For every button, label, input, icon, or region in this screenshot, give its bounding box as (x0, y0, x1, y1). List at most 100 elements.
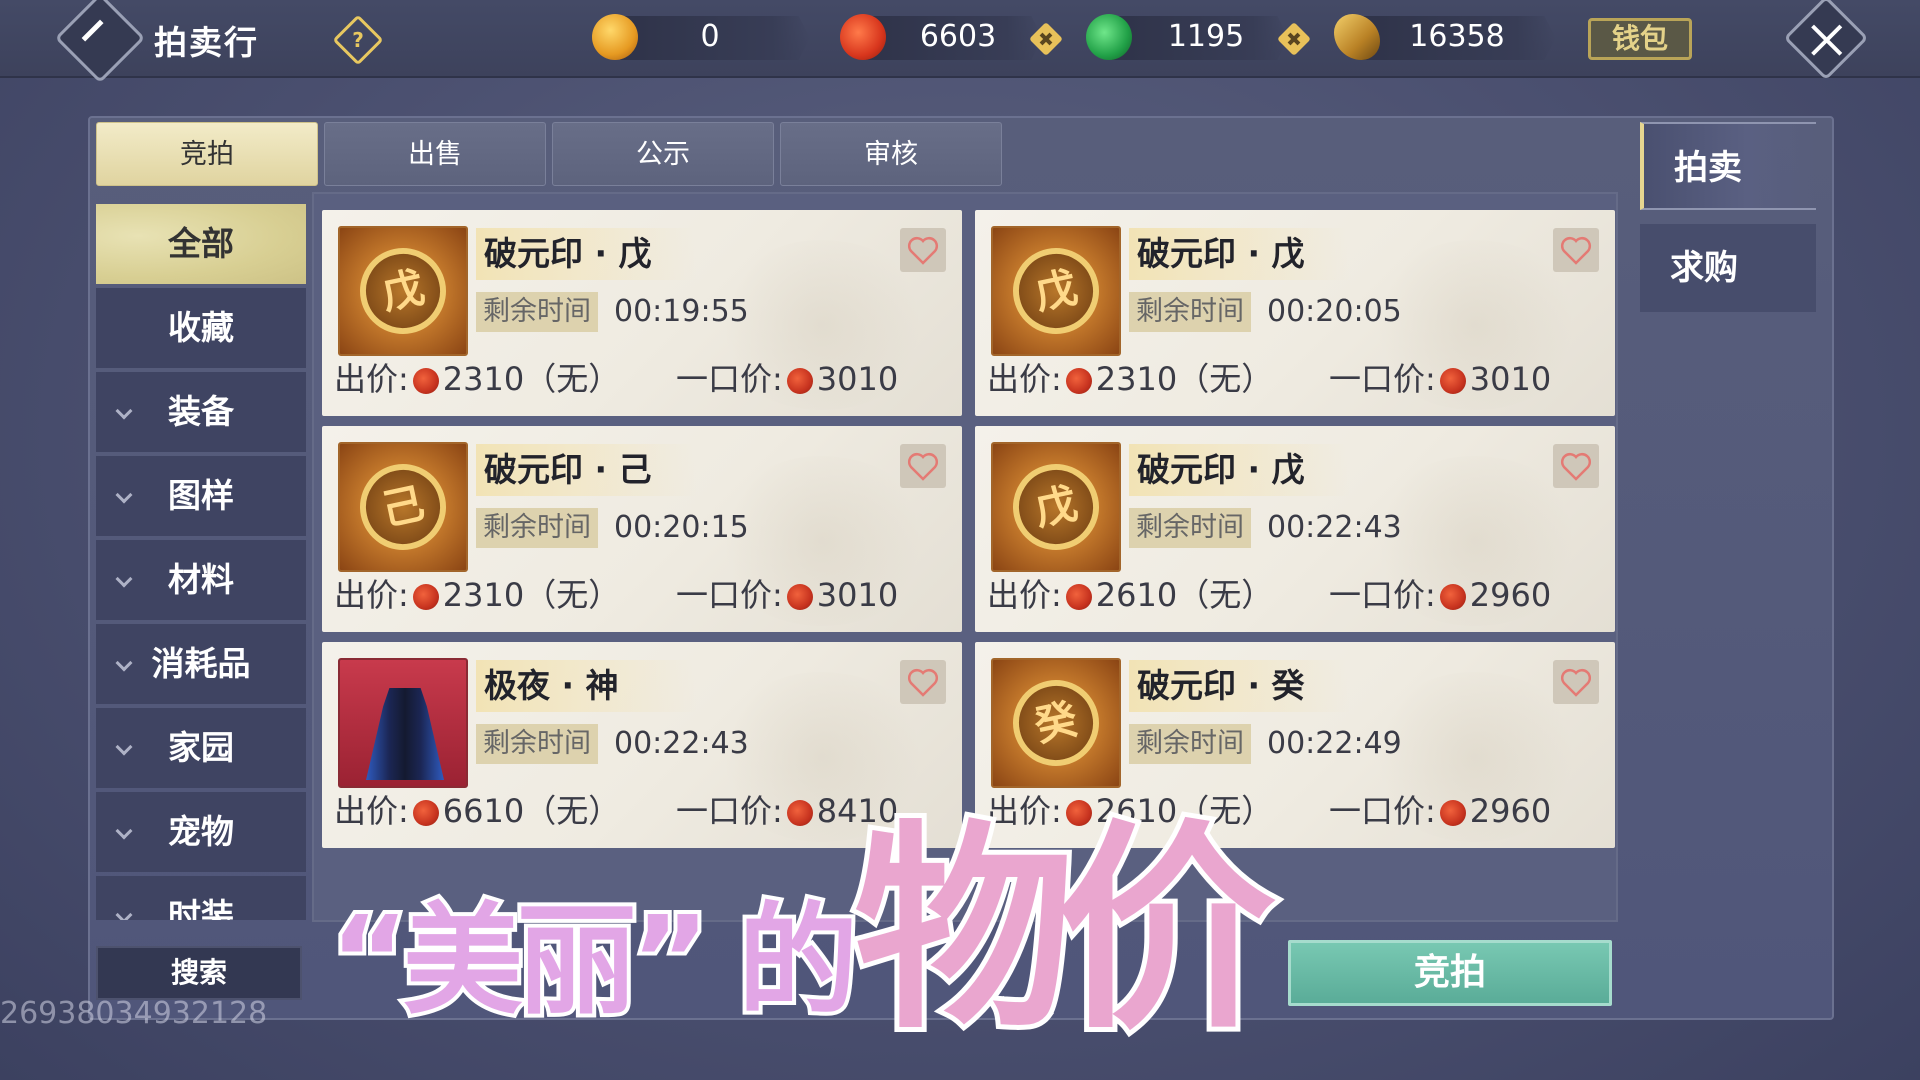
caption-overlay: “美丽” 的 物价 (326, 815, 1290, 1070)
red-swirl-coin-icon (1065, 584, 1092, 610)
chevron-down-icon (115, 822, 133, 840)
price-row: 出价: 2310（无） 一口价: 3010 (334, 572, 954, 618)
seal-item-icon[interactable]: 戊 (991, 442, 1121, 572)
bid-button[interactable]: 竞拍 (1288, 940, 1612, 1006)
bid-price-label: 出价: (987, 576, 1062, 614)
chevron-down-icon (115, 402, 133, 420)
remaining-time-label: 剩余时间 (476, 508, 598, 548)
sidebar-item-favorites[interactable]: 收藏 (96, 288, 306, 368)
caption-part-2: 的 (734, 892, 862, 1031)
listing-card[interactable]: 戊破元印 · 戊剩余时间 00:19:55 出价: 2310（无） 一口价: 3010 (322, 210, 962, 416)
red-swirl-coin-icon (412, 800, 439, 826)
sidebar-item-all[interactable]: 全部 (96, 204, 306, 284)
buyout-price-value: 2960 (1469, 576, 1552, 614)
back-arrow-icon[interactable] (54, 0, 146, 84)
heart-icon[interactable] (900, 444, 946, 488)
red-swirl-coin-icon (840, 14, 886, 60)
sidebar-item-fashion[interactable]: 时装 (96, 876, 306, 920)
remaining-time-label: 剩余时间 (1129, 724, 1251, 764)
currency-value-red: 6603 (919, 19, 997, 54)
listing-card[interactable]: 己破元印 · 己剩余时间 00:20:15 出价: 2310（无） 一口价: 3010 (322, 426, 962, 632)
bid-price-value: 2310（无） (442, 360, 621, 398)
jade-coin-icon (1086, 14, 1132, 60)
seal-glyph: 戊 (351, 239, 455, 343)
chevron-down-icon (115, 738, 133, 756)
bid-price-label: 出价: (334, 576, 409, 614)
heart-icon[interactable] (1553, 660, 1599, 704)
remaining-time-label: 剩余时间 (1129, 292, 1251, 332)
sidebar-item-equipment[interactable]: 装备 (96, 372, 306, 452)
red-swirl-coin-icon (786, 800, 813, 826)
remaining-time-label: 剩余时间 (476, 724, 598, 764)
bid-price-value: 6610（无） (442, 792, 621, 830)
heart-icon[interactable] (900, 228, 946, 272)
search-button[interactable]: 搜索 (96, 946, 302, 1000)
category-sidebar: 全部 收藏 装备 图样 材料 消耗品 家园 宠物 时装 (96, 204, 306, 920)
seal-glyph: 癸 (1004, 671, 1108, 775)
tab-auction[interactable]: 拍卖 (1640, 122, 1816, 210)
currency-value-gold: 0 (700, 19, 720, 54)
currency-value-jade: 1195 (1167, 19, 1245, 54)
wallet-button[interactable]: 钱包 (1588, 18, 1692, 60)
listing-card[interactable]: 戊破元印 · 戊剩余时间 00:20:05 出价: 2310（无） 一口价: 3010 (975, 210, 1615, 416)
close-icon[interactable] (1783, 0, 1869, 81)
remaining-time-label: 剩余时间 (1129, 508, 1251, 548)
price-row: 出价: 2310（无） 一口价: 3010 (987, 356, 1607, 402)
bid-price-value: 2310（无） (442, 576, 621, 614)
sidebar-item-consumables[interactable]: 消耗品 (96, 624, 306, 704)
item-name: 破元印 · 戊 (1129, 444, 1349, 496)
heart-icon[interactable] (900, 660, 946, 704)
seal-item-icon[interactable]: 癸 (991, 658, 1121, 788)
tab-bidding[interactable]: 竞拍 (96, 122, 318, 186)
tab-wanted[interactable]: 求购 (1640, 224, 1816, 312)
seal-glyph: 己 (351, 455, 455, 559)
chevron-down-icon (115, 906, 133, 920)
watermark-id: 26938034932128 (0, 996, 268, 1031)
item-name: 破元印 · 戊 (1129, 228, 1349, 280)
caption-part-1: “美丽” (326, 892, 714, 1031)
buyout-price-label: 一口价: (1329, 792, 1436, 830)
sidebar-item-materials[interactable]: 材料 (96, 540, 306, 620)
sidebar-item-patterns[interactable]: 图样 (96, 456, 306, 536)
seal-item-icon[interactable]: 戊 (338, 226, 468, 356)
red-swirl-coin-icon (786, 368, 813, 394)
red-swirl-coin-icon (1065, 368, 1092, 394)
sidebar-item-label: 时装 (168, 896, 234, 920)
sidebar-item-pets[interactable]: 宠物 (96, 792, 306, 872)
chevron-down-icon (115, 486, 133, 504)
price-row: 出价: 2610（无） 一口价: 2960 (987, 572, 1607, 618)
listing-card[interactable]: 戊破元印 · 戊剩余时间 00:22:43 出价: 2610（无） 一口价: 2960 (975, 426, 1615, 632)
buyout-price-value: 3010 (1469, 360, 1552, 398)
bid-price-value: 2610（无） (1095, 576, 1274, 614)
currency-value-gold-leaf: 16358 (1409, 19, 1505, 54)
red-swirl-coin-icon (412, 584, 439, 610)
remaining-time-value: 00:22:49 (1267, 726, 1402, 761)
bid-price-label: 出价: (987, 360, 1062, 398)
top-bar: 拍卖行 ? 0 6603 1195 16358 钱包 (0, 0, 1920, 84)
red-swirl-coin-icon (412, 368, 439, 394)
buyout-price-label: 一口价: (676, 360, 783, 398)
costume-item-icon[interactable] (338, 658, 468, 788)
item-name: 极夜 · 神 (476, 660, 696, 712)
seal-glyph: 戊 (1004, 455, 1108, 559)
seal-item-icon[interactable]: 戊 (991, 226, 1121, 356)
tab-selling[interactable]: 出售 (324, 122, 546, 186)
caption-part-3: 物价 (849, 802, 1281, 1058)
sidebar-item-homestead[interactable]: 家园 (96, 708, 306, 788)
red-swirl-coin-icon (1439, 800, 1466, 826)
red-swirl-coin-icon (1439, 368, 1466, 394)
remaining-time-value: 00:22:43 (1267, 510, 1402, 545)
buyout-price-value: 3010 (816, 576, 899, 614)
item-name: 破元印 · 癸 (1129, 660, 1349, 712)
tab-announcement[interactable]: 公示 (552, 122, 774, 186)
heart-icon[interactable] (1553, 228, 1599, 272)
tab-review[interactable]: 审核 (780, 122, 1002, 186)
help-icon[interactable]: ? (332, 14, 384, 66)
price-row: 出价: 2310（无） 一口价: 3010 (334, 356, 954, 402)
seal-item-icon[interactable]: 己 (338, 442, 468, 572)
buyout-price-value: 2960 (1469, 792, 1552, 830)
heart-icon[interactable] (1553, 444, 1599, 488)
bid-price-label: 出价: (334, 360, 409, 398)
sidebar-item-label: 家园 (168, 728, 234, 767)
page-title: 拍卖行 (154, 23, 259, 62)
